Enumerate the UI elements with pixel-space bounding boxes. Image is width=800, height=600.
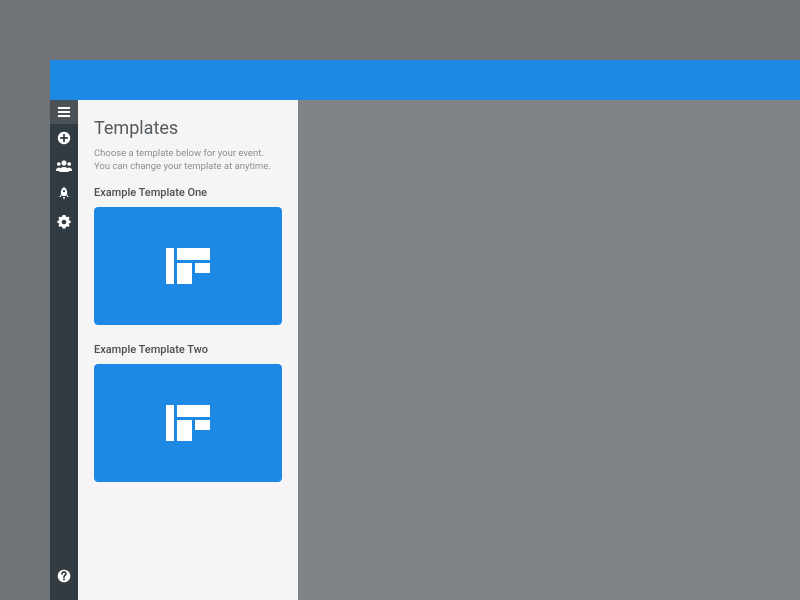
- template-item: Example Template One: [94, 186, 282, 325]
- templates-panel: Templates Choose a template below for yo…: [78, 100, 298, 600]
- top-banner: [50, 60, 800, 100]
- menu-icon[interactable]: [50, 100, 78, 124]
- content-area: [298, 100, 800, 600]
- templates-title: Templates: [94, 118, 282, 139]
- templates-description: Choose a template below for your event. …: [94, 147, 282, 174]
- template-card[interactable]: [94, 364, 282, 482]
- help-icon[interactable]: [50, 562, 78, 590]
- sidebar: [50, 100, 78, 600]
- main-area: Templates Choose a template below for yo…: [50, 100, 800, 600]
- layout-icon: [166, 248, 210, 284]
- layout-icon: [166, 405, 210, 441]
- app-window: Templates Choose a template below for yo…: [50, 60, 800, 600]
- rocket-icon[interactable]: [50, 180, 78, 208]
- template-item: Example Template Two: [94, 343, 282, 482]
- people-icon[interactable]: [50, 152, 78, 180]
- gear-icon[interactable]: [50, 208, 78, 236]
- template-name-label: Example Template Two: [94, 343, 282, 356]
- template-name-label: Example Template One: [94, 186, 282, 199]
- template-card[interactable]: [94, 207, 282, 325]
- add-icon[interactable]: [50, 124, 78, 152]
